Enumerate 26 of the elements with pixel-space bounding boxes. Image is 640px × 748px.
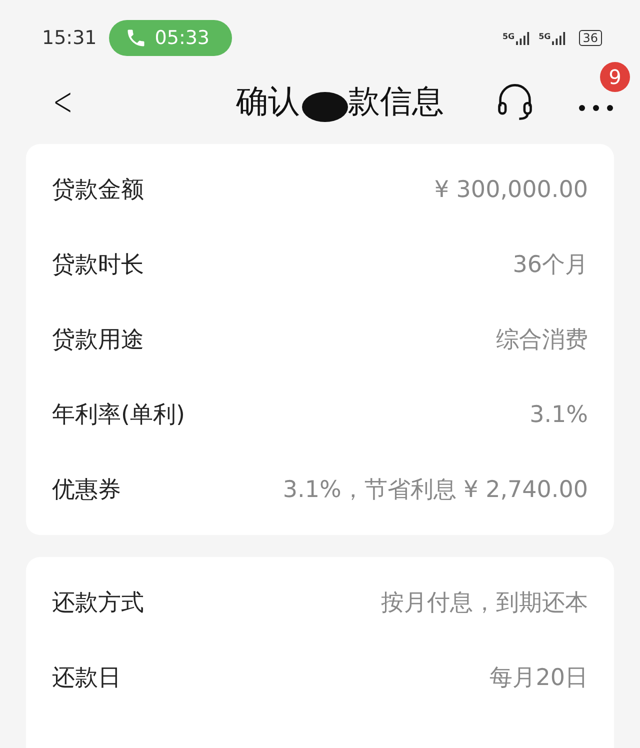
signal-icon [516, 32, 531, 44]
network-label: 5G [538, 32, 551, 40]
page-title: 确认 [236, 81, 300, 122]
back-button[interactable]: < [49, 79, 76, 125]
status-time: 15:31 [42, 27, 97, 49]
field-label: 还款日 [52, 664, 121, 693]
field-value: 每月20日 [490, 664, 588, 693]
field-label: 贷款金额 [52, 176, 144, 205]
field-label: 贷款时长 [52, 251, 144, 280]
field-label: 优惠券 [52, 476, 121, 505]
field-value: 按月付息，到期还本 [381, 589, 588, 618]
page-title: 款信息 [348, 81, 444, 122]
field-value: 3.1%，节省利息 ¥ 2,740.00 [282, 476, 588, 505]
redaction-mark [302, 92, 348, 122]
more-icon[interactable] [578, 104, 614, 112]
field-value: 综合消费 [496, 326, 588, 355]
field-label: 年利率(单利) [52, 401, 185, 430]
network-label: 5G [502, 32, 515, 40]
battery-icon: 36 [578, 30, 602, 46]
signal-icon [552, 32, 567, 44]
field-label: 还款方式 [52, 589, 144, 618]
notification-badge: 9 [600, 62, 630, 92]
field-label: 贷款用途 [52, 326, 144, 355]
field-value: ¥ 300,000.00 [434, 176, 588, 202]
field-value: 3.1% [530, 402, 588, 428]
field-value: 36个月 [512, 251, 588, 280]
